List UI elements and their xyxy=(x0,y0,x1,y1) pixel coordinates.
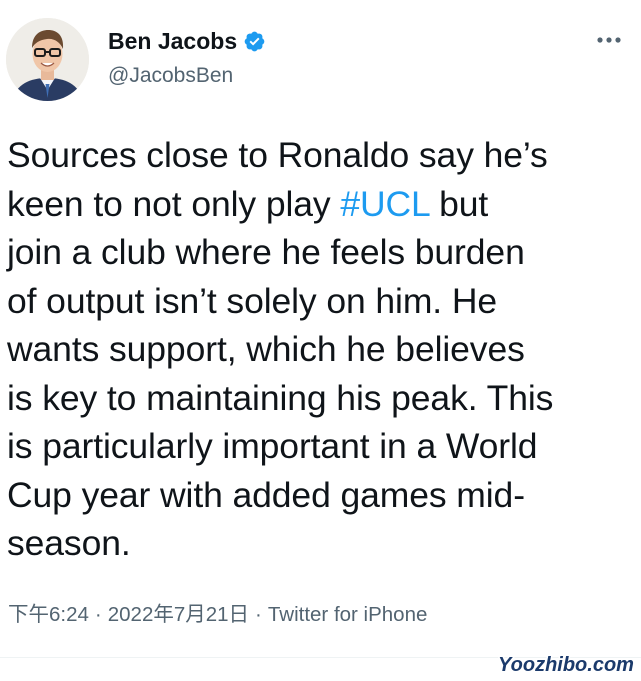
tweet-line: keen to not only play #UCL but xyxy=(7,180,635,229)
tweet-line: is particularly important in a World xyxy=(7,422,635,471)
tweet-line: season. xyxy=(7,519,635,568)
author-handle[interactable]: @JacobsBen xyxy=(108,62,266,90)
tweet-text-segment: is key to maintaining his peak. This xyxy=(7,377,554,418)
tweet-text-segment: is particularly important in a World xyxy=(7,426,538,466)
tweet-text-segment: season. xyxy=(7,523,131,563)
tweet-time[interactable]: 下午6:24 xyxy=(8,603,89,626)
more-horizontal-icon xyxy=(597,37,621,43)
tweet-text-segment: Cup year with added games mid- xyxy=(7,474,525,515)
watermark-logo: Yoozhibo.com xyxy=(497,653,636,678)
tweet-line: wants support, which he believes xyxy=(7,325,635,374)
author-name[interactable]: Ben Jacobs xyxy=(108,26,237,56)
tweet-text: Sources close to Ronaldo say he’s keen t… xyxy=(7,131,635,568)
more-button[interactable] xyxy=(596,32,626,48)
tweet-line: Sources close to Ronaldo say he’s xyxy=(7,131,635,180)
watermark-text: Yoozhibo.com xyxy=(498,654,634,676)
tweet-line: of output isn’t solely on him. He xyxy=(7,277,635,326)
tweet-header: Ben Jacobs @JacobsBen xyxy=(0,0,641,110)
avatar[interactable] xyxy=(6,18,89,101)
hashtag-link[interactable]: #UCL xyxy=(340,184,429,224)
tweet-meta: 下午6:24 · 2022年7月21日 · Twitter for iPhone xyxy=(8,601,427,629)
name-row: Ben Jacobs xyxy=(108,26,266,56)
verified-badge-icon xyxy=(243,30,266,53)
tweet-text-segment: wants support, which he believes xyxy=(7,329,525,369)
person-portrait-avatar-icon xyxy=(6,18,89,101)
tweet-date[interactable]: 2022年7月21日 xyxy=(108,603,249,626)
tweet-text-segment: but xyxy=(429,183,489,224)
meta-separator: · xyxy=(255,603,262,626)
tweet-text-segment: keen to not only play xyxy=(7,183,341,224)
tweet-text-segment: of output isn’t solely on him. He xyxy=(7,280,498,321)
author-block: Ben Jacobs @JacobsBen xyxy=(108,26,266,90)
tweet-source[interactable]: Twitter for iPhone xyxy=(268,603,428,626)
tweet-text-segment: Sources close to Ronaldo say he’s xyxy=(7,135,548,175)
tweet-line: is key to maintaining his peak. This xyxy=(7,374,635,423)
tweet-text-segment: join a club where he feels burden xyxy=(7,232,525,272)
meta-separator: · xyxy=(94,603,102,626)
tweet-line: join a club where he feels burden xyxy=(7,228,635,277)
watermark: Yoozhibo.com xyxy=(497,652,636,678)
tweet-line: Cup year with added games mid- xyxy=(7,471,635,520)
